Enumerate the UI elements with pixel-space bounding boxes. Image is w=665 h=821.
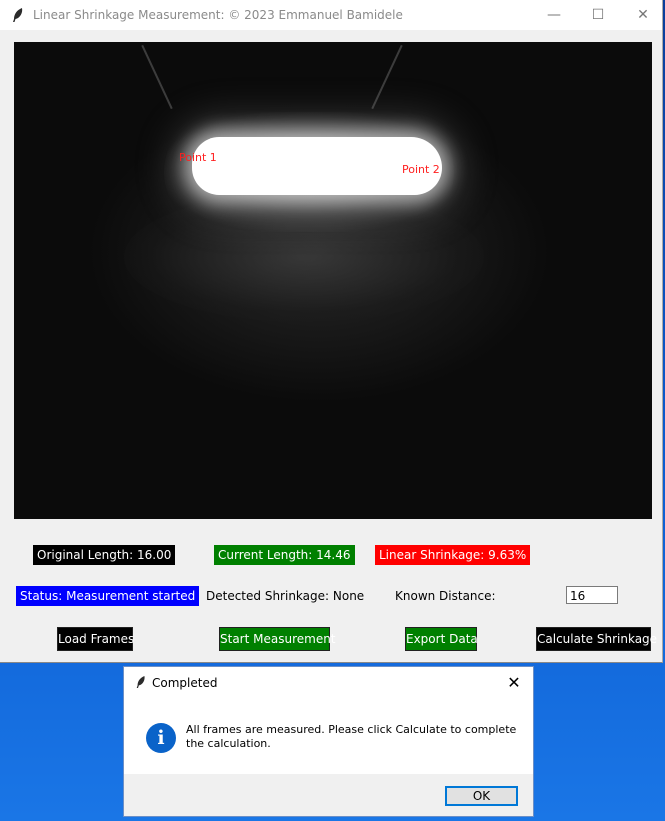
dialog-message: All frames are measured. Please click Ca… — [186, 723, 517, 750]
maximize-button[interactable]: ☐ — [575, 0, 621, 30]
load-frames-button[interactable]: Load Frames — [57, 627, 134, 651]
frame-image-view[interactable]: Point 1 Point 2 — [14, 42, 652, 519]
info-icon: i — [146, 723, 176, 753]
completed-dialog: Completed ✕ i All frames are measured. P… — [123, 666, 534, 817]
known-distance-input[interactable]: 16 — [566, 586, 618, 604]
ok-button[interactable]: OK — [445, 786, 518, 806]
known-distance-label: Known Distance: — [395, 589, 496, 603]
dialog-title: Completed — [152, 676, 218, 690]
crucible-edge-right — [371, 44, 403, 110]
start-measurement-button[interactable]: Start Measurement — [219, 627, 336, 651]
feather-icon — [13, 8, 23, 22]
dialog-footer: OK — [124, 774, 533, 816]
minimize-icon: — — [547, 7, 561, 23]
close-icon: ✕ — [637, 7, 649, 23]
title-bar[interactable]: Linear Shrinkage Measurement: © 2023 Emm… — [0, 0, 662, 30]
close-button[interactable]: ✕ — [620, 0, 665, 30]
status-label: Status: Measurement started — [16, 586, 200, 606]
export-data-button[interactable]: Export Data — [405, 627, 478, 651]
feather-icon — [136, 676, 145, 688]
current-length-label: Current Length: 14.46 — [214, 545, 355, 565]
window-title: Linear Shrinkage Measurement: © 2023 Emm… — [33, 8, 403, 22]
original-length-label: Original Length: 16.00 — [33, 545, 176, 565]
main-window: Linear Shrinkage Measurement: © 2023 Emm… — [0, 0, 663, 663]
detected-shrinkage-label: Detected Shrinkage: None — [206, 589, 365, 603]
close-icon: ✕ — [507, 672, 521, 692]
point-2-label: Point 2 — [402, 163, 440, 176]
crucible-edge-left — [141, 44, 173, 110]
point-1-label: Point 1 — [179, 151, 217, 164]
minimize-button[interactable]: — — [531, 0, 577, 30]
linear-shrinkage-label: Linear Shrinkage: 9.63% — [375, 545, 531, 565]
maximize-icon: ☐ — [591, 7, 605, 23]
dialog-close-button[interactable]: ✕ — [501, 670, 527, 694]
calculate-shrinkage-button[interactable]: Calculate Shrinkage — [536, 627, 657, 651]
